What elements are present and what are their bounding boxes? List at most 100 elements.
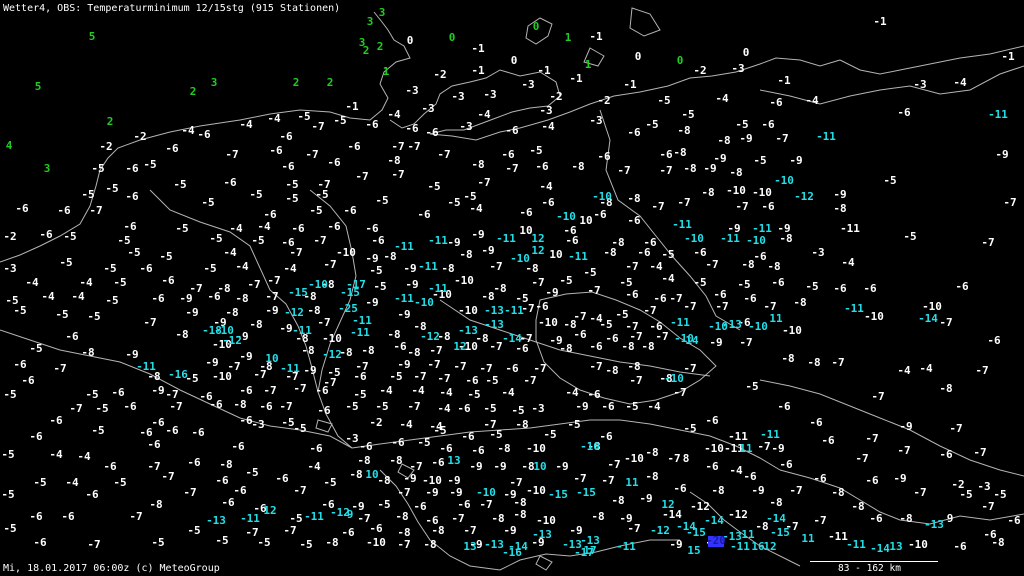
station-temperature: -6 [897,106,911,119]
station-temperature: -4 [387,108,401,121]
station-temperature: -10 [538,316,558,329]
station-temperature: -5 [173,178,186,191]
scale-bar-label: 83 - 162 km [838,563,901,574]
station-temperature: -1 [623,78,637,91]
station-temperature: -11 [280,362,300,375]
station-temperature: -9 [239,350,252,363]
station-temperature: -7 [1003,196,1016,209]
station-temperature: -12 [690,500,710,513]
station-temperature: -11 [394,240,414,253]
station-temperature: -6 [215,474,229,487]
station-temperature: -10 [536,514,556,527]
station-temperature: -7 [427,358,440,371]
station-temperature: -8 [717,134,730,147]
station-temperature: -8 [769,496,782,509]
station-temperature: -4 [283,262,297,275]
station-temperature: -4 [307,460,321,473]
station-temperature: -5 [203,262,216,275]
station-temperature: -11 [616,540,636,553]
station-temperature: -6 [535,300,549,313]
station-temperature: -5 [91,424,104,437]
station-temperature: -5 [95,402,108,415]
station-temperature: -6 [327,156,341,169]
station-temperature: -6 [869,512,883,525]
station-temperature: -6 [457,402,471,415]
station-temperature: -5 [251,234,264,247]
station-temperature: -7 [715,300,728,313]
station-temperature: -5 [85,388,98,401]
station-temperature: -7 [279,400,292,413]
station-temperature: -7 [397,486,410,499]
station-temperature: -6 [61,510,75,523]
station-temperature: -7 [437,372,450,385]
station-temperature: -11 [670,316,690,329]
station-temperature: 11 [801,532,815,545]
station-temperature: -11 [988,108,1008,121]
station-temperature: -7 [267,274,280,287]
station-temperature: -5 [567,418,580,431]
station-temperature: -7 [147,460,160,473]
station-temperature: -6 [505,124,519,137]
station-temperature: -20 [706,534,726,547]
station-temperature: -1 [1001,50,1015,63]
station-temperature: 2 [363,44,370,57]
station-temperature: -7 [669,292,682,305]
station-temperature: -6 [315,384,329,397]
station-temperature: -9 [739,132,752,145]
station-temperature: -6 [761,200,775,213]
station-temperature: -6 [223,176,237,189]
weather-map: 5 5 2 3 2 2 2 4 3 3 3 3 2 2 0 0 1 1 0 1 0 -1 0 -1 0 0 -1 -1 -2 -1 -1 -1… [0,0,1024,576]
station-temperature: -9 [185,306,198,319]
station-temperature: -6 [371,234,385,247]
station-temperature: 12 [661,498,674,511]
station-temperature: -6 [471,444,485,457]
station-temperature: -3 [531,402,544,415]
station-temperature: -7 [161,470,174,483]
station-temperature: -6 [593,208,607,221]
station-temperature: -7 [311,120,324,133]
station-temperature: 2 [190,85,197,98]
station-temperature: -7 [477,176,490,189]
station-temperature: -6 [197,128,211,141]
station-temperature: -8 [395,510,408,523]
station-temperature: -4 [399,418,413,431]
station-temperature: -5 [285,178,298,191]
station-temperature: -4 [257,220,271,233]
station-temperature: -6 [777,400,791,413]
station-temperature: 9 [347,508,354,521]
station-temperature: -6 [425,126,439,139]
station-temperature: -5 [81,188,94,201]
station-temperature: -11 [752,222,772,235]
station-temperature: -2 [597,94,610,107]
station-temperature: -7 [949,422,962,435]
station-temperature: -7 [489,340,502,353]
station-temperature: -4 [919,362,933,375]
station-temperature: -6 [49,414,63,427]
station-temperature: -5 [297,110,310,123]
station-temperature: -7 [253,368,266,381]
station-temperature: -5 [87,310,100,323]
station-temperature: 0 [677,54,684,67]
station-temperature: -5 [681,108,694,121]
station-temperature: -1 [537,64,551,77]
station-temperature: -9 [669,538,682,551]
station-temperature: -12 [650,524,670,537]
station-temperature: -6 [13,358,27,371]
station-temperature: -10 [664,372,684,385]
station-temperature: -5 [29,342,42,355]
station-temperature: 11 [625,476,639,489]
station-temperature: -10 [748,320,768,333]
station-temperature: -8 [249,318,262,331]
station-temperature: -6 [165,142,179,155]
station-temperature: -6 [501,148,515,161]
station-temperature: -6 [659,148,673,161]
station-temperature: -4 [25,276,39,289]
station-temperature: -8 [497,442,510,455]
station-temperature: -7 [247,278,260,291]
station-temperature: -5 [3,522,16,535]
station-temperature: -9 [555,460,568,473]
station-temperature: -1 [589,30,603,43]
station-temperature: -8 [423,538,436,551]
station-temperature: -9 [703,162,716,175]
station-temperature: -11 [760,428,780,441]
